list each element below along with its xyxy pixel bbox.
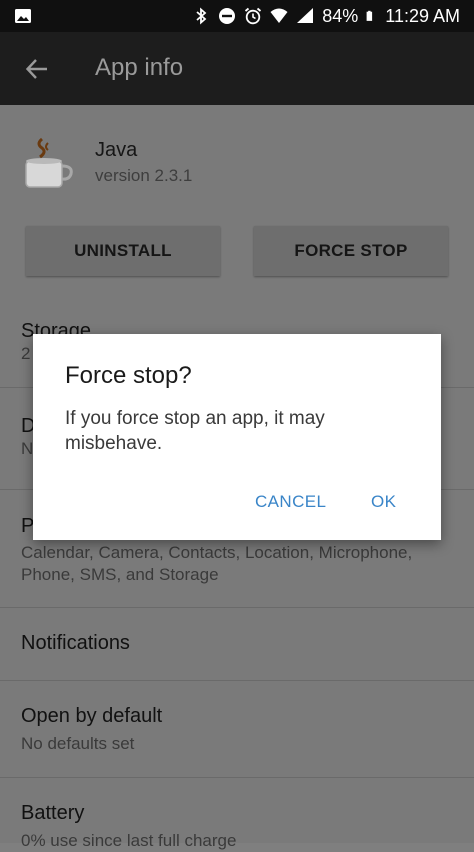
battery-percentage: 84% (322, 5, 359, 26)
dialog-message: If you force stop an app, it may misbeha… (65, 408, 325, 454)
app-name: Java (95, 139, 138, 161)
java-app-icon (25, 137, 73, 188)
page-title: App info (95, 54, 184, 81)
wifi-icon (270, 8, 288, 23)
notifications-title: Notifications (21, 632, 130, 654)
clock-time: 11:29 AM (385, 5, 460, 26)
cancel-button[interactable]: CANCEL (255, 492, 326, 512)
app-bar: App info (0, 32, 474, 105)
battery-row[interactable]: Battery 0% use since last full charge (21, 802, 461, 852)
battery-icon (366, 10, 373, 21)
battery-subtitle: 0% use since last full charge (21, 831, 237, 850)
divider (0, 777, 474, 778)
app-version: version 2.3.1 (95, 166, 193, 185)
divider (0, 607, 474, 608)
uninstall-button[interactable]: UNINSTALL (26, 226, 220, 276)
image-notification-icon (15, 9, 31, 23)
status-icons: 84% 11:29 AM (192, 0, 460, 32)
permissions-subtitle: Calendar, Camera, Contacts, Location, Mi… (21, 543, 413, 584)
divider (0, 680, 474, 681)
status-bar: 84% 11:29 AM (0, 0, 474, 32)
ok-button[interactable]: OK (371, 492, 396, 512)
alarm-icon (245, 7, 262, 25)
do-not-disturb-icon (219, 8, 236, 24)
open-by-default-row[interactable]: Open by default No defaults set (21, 705, 461, 755)
bluetooth-icon (196, 7, 207, 25)
open-by-default-subtitle: No defaults set (21, 734, 135, 753)
cellular-signal-icon (297, 8, 314, 23)
battery-title: Battery (21, 802, 85, 824)
force-stop-dialog: Force stop? If you force stop an app, it… (33, 334, 441, 540)
back-arrow-icon[interactable] (24, 56, 50, 82)
notifications-row[interactable]: Notifications (21, 632, 461, 655)
force-stop-button[interactable]: FORCE STOP (254, 226, 448, 276)
dialog-title: Force stop? (65, 362, 192, 389)
open-by-default-title: Open by default (21, 705, 163, 727)
